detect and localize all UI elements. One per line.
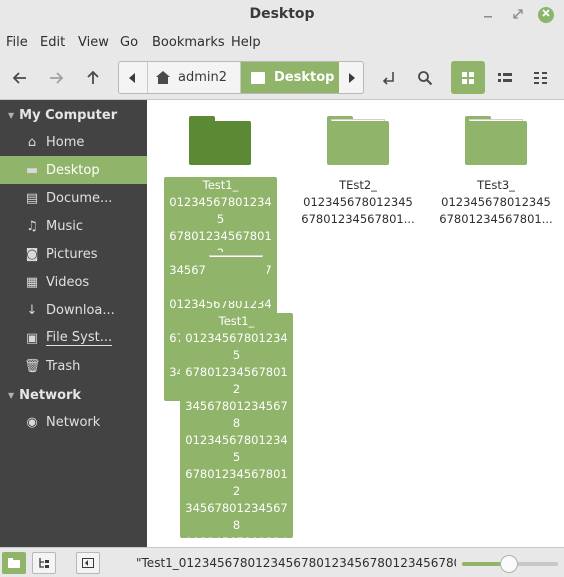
folder-body (189, 121, 251, 165)
path-desktop-button[interactable]: Desktop (241, 62, 339, 93)
file-label[interactable]: TEst3_ 012345678012345 67801234567801... (435, 177, 557, 228)
path-scroll-left-button[interactable] (119, 62, 145, 93)
show-tree-button[interactable] (32, 552, 56, 574)
location-toggle-icon (382, 72, 394, 85)
maximize-button[interactable] (510, 7, 526, 23)
sidebar-item-downloads[interactable]: ↓ Downloa... (0, 296, 147, 324)
show-places-button[interactable] (2, 552, 26, 574)
sidebar-collapse-icon (82, 558, 94, 568)
compact-list-icon (534, 71, 547, 84)
up-button[interactable] (79, 64, 107, 92)
arrow-up-icon (87, 70, 99, 84)
folder-body (205, 257, 267, 301)
close-icon (542, 9, 550, 17)
maximize-icon (513, 9, 523, 19)
menu-help[interactable]: Help (231, 35, 261, 50)
menu-bar: File Edit View Go Bookmarks Help (0, 30, 564, 56)
document-icon: ▤ (25, 190, 39, 206)
path-home-button[interactable]: admin2 (147, 62, 241, 93)
sidebar-item-trash[interactable]: 🗑︎ Trash (0, 352, 147, 380)
caret-left-icon (129, 72, 135, 83)
folder-icon[interactable] (327, 116, 389, 166)
sidebar-section-network[interactable]: ▼ Network (0, 384, 81, 406)
sidebar-item-label: Downloa... (46, 302, 115, 318)
sidebar-item-label: Network (46, 414, 101, 430)
sidebar-item-label: Trash (46, 358, 81, 374)
home-icon: ⌂ (27, 134, 37, 150)
path-home-label: admin2 (178, 70, 228, 85)
hide-sidebar-button[interactable] (76, 552, 100, 574)
zoom-slider-handle[interactable] (500, 555, 518, 573)
sidebar-item-pictures[interactable]: ◙ Pictures (0, 240, 147, 268)
folder-body (327, 121, 389, 165)
caret-right-icon (349, 72, 355, 83)
network-icon: ◉ (26, 414, 38, 430)
menu-bookmarks[interactable]: Bookmarks (152, 35, 225, 50)
drag-file-label: Test1_ 012345678012345 678012345678012 3… (180, 313, 293, 538)
menu-file[interactable]: File (6, 35, 28, 50)
section-title: My Computer (19, 107, 118, 123)
drag-folder-icon (205, 252, 267, 302)
search-button[interactable] (411, 64, 439, 92)
list-view-button[interactable] (488, 61, 522, 94)
arrow-right-icon (50, 72, 64, 84)
section-title: Network (19, 387, 82, 403)
camera-icon: ◙ (25, 246, 39, 262)
tree-icon (39, 558, 49, 568)
list-icon (498, 72, 512, 82)
folder-small-icon (8, 558, 20, 568)
menu-view[interactable]: View (78, 35, 109, 50)
sidebar-item-label: Desktop (46, 162, 100, 178)
expander-icon: ▼ (8, 390, 15, 400)
expander-icon: ▼ (8, 110, 15, 120)
sidebar-item-network[interactable]: ◉ Network (0, 408, 147, 436)
home-icon (156, 71, 170, 84)
trash-icon: 🗑︎ (24, 358, 41, 374)
sidebar-item-label: Videos (46, 274, 90, 290)
menu-edit[interactable]: Edit (40, 35, 65, 50)
path-scroll-right-button[interactable] (339, 62, 363, 93)
path-bar: admin2 Desktop (118, 61, 364, 94)
desktop-icon: ▬ (25, 162, 39, 178)
sidebar-item-documents[interactable]: ▤ Docume... (0, 184, 147, 212)
search-icon (418, 71, 433, 86)
folder-body (465, 121, 527, 165)
status-bar: "Test1_012345678012345678012345678012345… (0, 547, 564, 577)
minimize-button[interactable] (480, 7, 496, 23)
file-label[interactable]: TEst2_ 012345678012345 67801234567801... (297, 177, 419, 228)
drive-icon: ▣ (25, 330, 39, 346)
compact-view-button[interactable] (524, 61, 558, 94)
sidebar-item-label: File Syst... (46, 330, 113, 346)
folder-icon[interactable] (189, 116, 251, 166)
sidebar-item-videos[interactable]: ▦ Videos (0, 268, 147, 296)
music-icon: ♫ (26, 218, 38, 234)
minimize-icon (484, 16, 492, 18)
grid-icon (462, 71, 474, 84)
file-view[interactable]: Test1_ 012345678012345 678012345678012 3… (147, 100, 564, 547)
sidebar-item-label: Docume... (46, 190, 113, 206)
back-button[interactable] (6, 64, 34, 92)
sidebar-item-label: Pictures (46, 246, 98, 262)
path-desktop-label: Desktop (274, 70, 335, 85)
sidebar: ▼ My Computer ⌂ Home ▬ Desktop ▤ Docume... ♫… (0, 100, 147, 547)
sidebar-item-music[interactable]: ♫ Music (0, 212, 147, 240)
title-bar: Desktop (0, 0, 564, 30)
sidebar-section-my-computer[interactable]: ▼ My Computer (0, 104, 117, 126)
sidebar-item-label: Music (46, 218, 83, 234)
icon-view-button[interactable] (451, 61, 485, 94)
menu-go[interactable]: Go (120, 35, 138, 50)
folder-icon[interactable] (465, 116, 527, 166)
sidebar-item-label: Home (46, 134, 85, 150)
close-button[interactable] (538, 7, 554, 23)
sidebar-item-desktop[interactable]: ▬ Desktop (0, 156, 147, 184)
sidebar-item-home[interactable]: ⌂ Home (0, 128, 147, 156)
download-icon: ↓ (26, 302, 38, 318)
forward-button[interactable] (42, 64, 70, 92)
toggle-location-button[interactable] (375, 64, 403, 92)
film-icon: ▦ (25, 274, 39, 290)
sidebar-item-file-system[interactable]: ▣ File Syst... (0, 324, 147, 352)
desktop-icon (251, 71, 265, 84)
status-text: "Test1_012345678012345678012345678012345… (136, 556, 456, 570)
arrow-left-icon (12, 72, 26, 84)
